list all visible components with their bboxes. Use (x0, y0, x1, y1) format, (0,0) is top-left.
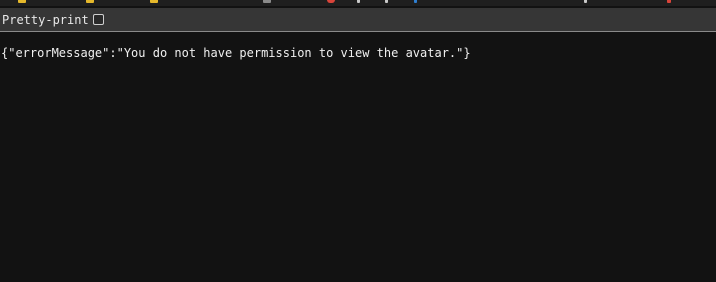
bookmark-page-icon[interactable] (263, 0, 271, 3)
bookmark-site-icon[interactable] (327, 0, 335, 3)
bookmark-site-icon[interactable] (584, 0, 587, 3)
bookmark-site-icon[interactable] (414, 0, 417, 3)
bookmark-folder-icon[interactable] (18, 0, 26, 3)
bookmark-site-icon[interactable] (357, 0, 360, 3)
bookmark-site-icon[interactable] (667, 0, 671, 3)
bookmark-folder-icon[interactable] (150, 0, 158, 3)
bookmark-folder-icon[interactable] (86, 0, 94, 3)
browser-tab-strip (0, 0, 716, 6)
json-response-body: {"errorMessage":"You do not have permiss… (1, 46, 471, 60)
pretty-print-checkbox[interactable] (92, 14, 104, 25)
bookmark-site-icon[interactable] (385, 0, 388, 3)
pretty-print-label: Pretty-print (2, 12, 89, 27)
json-viewer-toolbar: Pretty-print (0, 8, 716, 32)
